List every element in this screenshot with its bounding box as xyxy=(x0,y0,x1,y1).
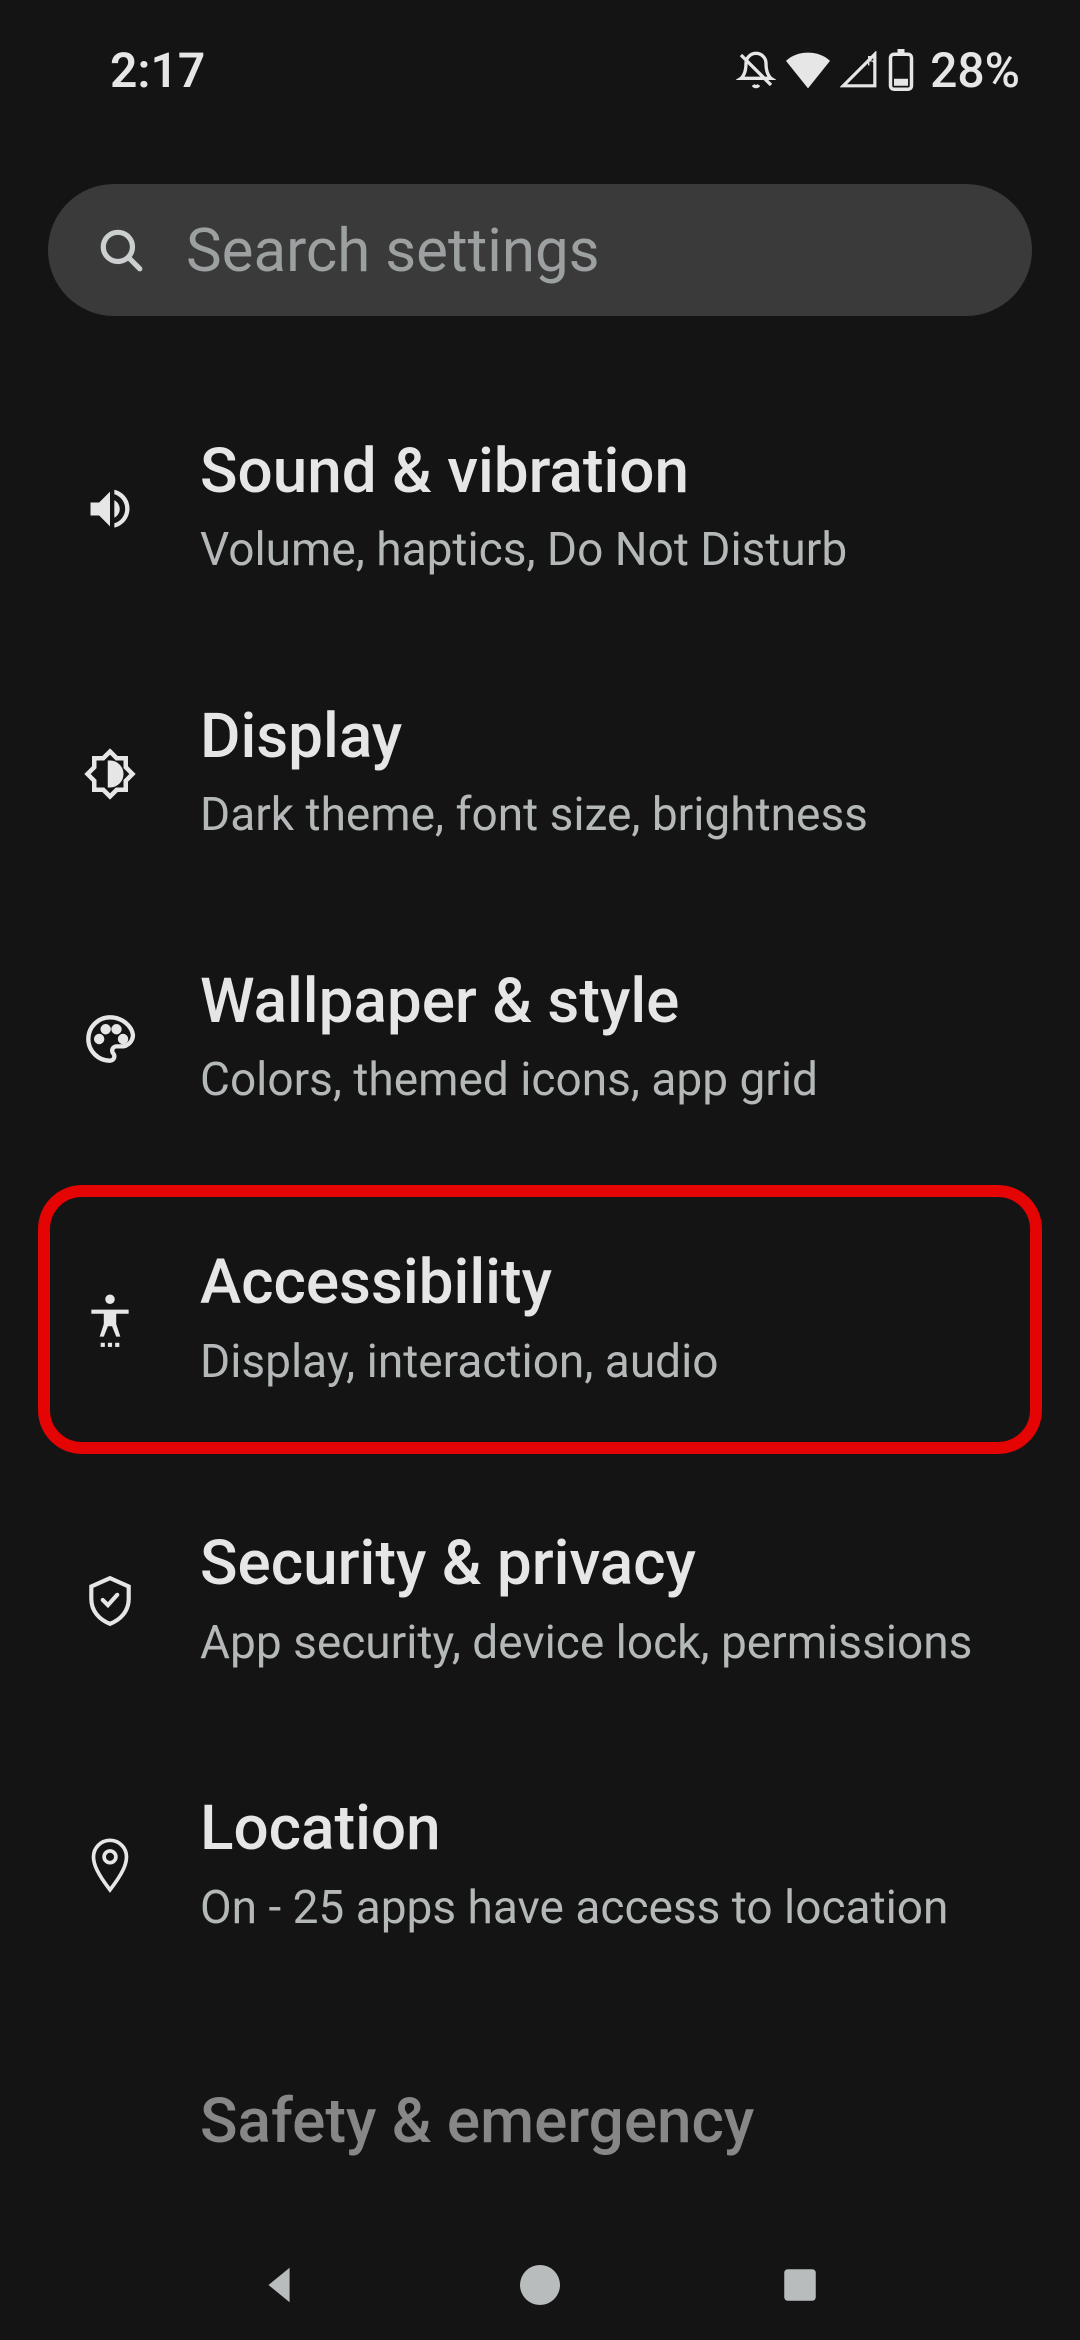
search-placeholder: Search settings xyxy=(186,215,600,286)
status-time: 2:17 xyxy=(110,42,205,99)
settings-list: Sound & vibration Volume, haptics, Do No… xyxy=(0,356,1080,2199)
item-subtitle: Colors, themed icons, app grid xyxy=(200,1051,1030,1111)
nav-home-button[interactable] xyxy=(508,2253,572,2317)
item-subtitle: Display, interaction, audio xyxy=(200,1333,1030,1393)
item-title: Safety & emergency xyxy=(200,2086,1030,2157)
battery-percent: 28% xyxy=(930,42,1020,99)
item-title: Security & privacy xyxy=(200,1528,1030,1599)
item-subtitle: Volume, haptics, Do Not Disturb xyxy=(200,521,1030,581)
item-title: Sound & vibration xyxy=(200,436,1030,507)
settings-item-safety[interactable]: Safety & emergency xyxy=(0,1999,1080,2199)
item-subtitle: App security, device lock, permissions xyxy=(200,1614,1030,1674)
settings-item-wallpaper[interactable]: Wallpaper & style Colors, themed icons, … xyxy=(0,906,1080,1171)
wifi-icon xyxy=(786,50,830,90)
item-title: Wallpaper & style xyxy=(200,966,1030,1037)
item-subtitle: Dark theme, font size, brightness xyxy=(200,786,1030,846)
dnd-off-icon xyxy=(736,50,776,90)
accessibility-icon xyxy=(80,1291,140,1349)
nav-back-button[interactable] xyxy=(248,2253,312,2317)
search-settings[interactable]: Search settings xyxy=(48,184,1032,316)
settings-item-display[interactable]: Display Dark theme, font size, brightnes… xyxy=(0,641,1080,906)
settings-item-accessibility[interactable]: Accessibility Display, interaction, audi… xyxy=(38,1185,1042,1454)
settings-item-security[interactable]: Security & privacy App security, device … xyxy=(0,1468,1080,1733)
location-icon xyxy=(80,1838,140,1894)
nav-recents-button[interactable] xyxy=(768,2253,832,2317)
volume-icon xyxy=(80,483,140,535)
signal-icon: R xyxy=(840,51,878,89)
shield-icon xyxy=(80,1574,140,1628)
brightness-icon xyxy=(80,747,140,801)
item-title: Display xyxy=(200,701,1030,772)
battery-icon xyxy=(888,49,914,91)
item-title: Location xyxy=(200,1793,1030,1864)
navigation-bar xyxy=(0,2230,1080,2340)
svg-text:R: R xyxy=(867,53,877,69)
settings-item-sound[interactable]: Sound & vibration Volume, haptics, Do No… xyxy=(0,376,1080,641)
status-icons: R 28% xyxy=(736,42,1020,99)
search-icon xyxy=(96,225,146,275)
item-subtitle: On - 25 apps have access to location xyxy=(200,1879,1030,1939)
status-bar: 2:17 R 28% xyxy=(0,0,1080,100)
settings-item-location[interactable]: Location On - 25 apps have access to loc… xyxy=(0,1733,1080,1998)
item-title: Accessibility xyxy=(200,1247,1030,1318)
palette-icon xyxy=(80,1013,140,1065)
